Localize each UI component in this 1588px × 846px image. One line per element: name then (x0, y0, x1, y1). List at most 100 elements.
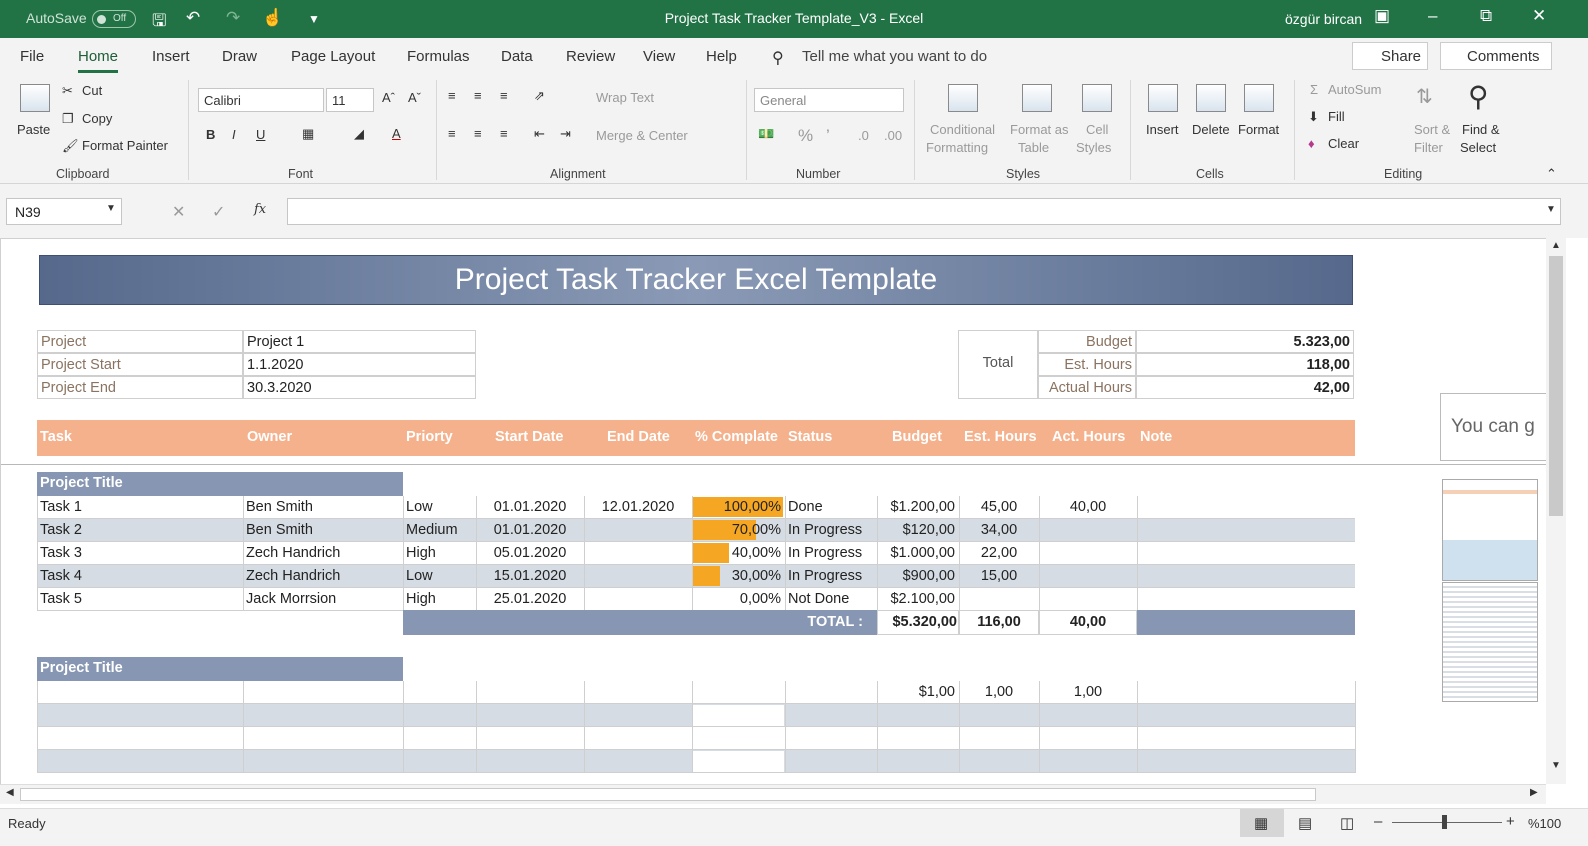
user-name[interactable]: özgür bircan (1285, 11, 1362, 27)
comments-button[interactable]: Comments (1440, 42, 1552, 70)
info-value[interactable]: Project 1 (243, 330, 476, 353)
tab-insert[interactable]: Insert (152, 48, 190, 65)
cancel-icon[interactable]: ✕ (172, 202, 185, 222)
decrease-decimal-icon[interactable]: .00 (884, 128, 902, 143)
tab-draw[interactable]: Draw (222, 48, 257, 65)
scroll-left-icon[interactable]: ◀ (6, 787, 14, 798)
side-textbox[interactable]: You can g (1440, 393, 1546, 461)
align-top-icon[interactable]: ≡ (448, 88, 456, 103)
header-owner[interactable]: Owner (247, 429, 292, 445)
cut-button[interactable]: Cut (82, 83, 102, 98)
info-label[interactable]: Project Start (37, 353, 243, 376)
merge-center-button[interactable]: Merge & Center (596, 128, 688, 143)
tab-view[interactable]: View (643, 48, 675, 65)
align-center-icon[interactable]: ≡ (474, 126, 482, 141)
increase-font-icon[interactable]: Aˆ (382, 90, 395, 105)
section-title[interactable]: Project Title (37, 657, 403, 681)
page-layout-view-icon[interactable]: ▤ (1298, 814, 1312, 832)
clear-button[interactable]: Clear (1328, 136, 1359, 151)
zoom-out-icon[interactable]: – (1374, 813, 1382, 830)
bold-icon[interactable]: B (206, 127, 215, 142)
fill-button[interactable]: Fill (1328, 109, 1345, 124)
total-label[interactable]: TOTAL : (403, 614, 863, 630)
header-complete[interactable]: % Complate (695, 429, 778, 445)
header-status[interactable]: Status (788, 429, 832, 445)
zoom-slider-track[interactable] (1392, 822, 1502, 823)
header-end-date[interactable]: End Date (607, 429, 670, 445)
table-row[interactable]: Task 2 Ben Smith Medium 01.01.2020 70,00% In … (37, 519, 1355, 542)
close-icon[interactable]: ✕ (1532, 6, 1546, 26)
percent-icon[interactable]: % (798, 126, 813, 146)
table-row[interactable] (37, 704, 1356, 727)
font-color-icon[interactable]: A (392, 126, 401, 141)
header-act-hours[interactable]: Act. Hours (1052, 429, 1125, 445)
autosum-button[interactable]: AutoSum (1328, 82, 1381, 97)
header-task[interactable]: Task (40, 429, 72, 445)
format-as-table-button[interactable]: Format as (1010, 122, 1069, 137)
formula-input[interactable] (287, 198, 1561, 225)
decrease-indent-icon[interactable]: ⇤ (534, 126, 545, 142)
format-painter-button[interactable]: Format Painter (82, 138, 168, 153)
find-select-button[interactable]: Find & (1462, 122, 1500, 137)
header-est-hours[interactable]: Est. Hours (964, 429, 1037, 445)
cell-styles-button[interactable]: Cell (1086, 122, 1108, 137)
totals-row-label[interactable]: Budget (1038, 330, 1136, 353)
info-label[interactable]: Project (37, 330, 243, 353)
horizontal-scroll-thumb[interactable] (20, 788, 1316, 801)
scroll-right-icon[interactable]: ▶ (1530, 787, 1538, 798)
collapse-ribbon-icon[interactable]: ⌃ (1546, 166, 1557, 182)
page-break-view-icon[interactable]: ◫ (1340, 814, 1354, 832)
wrap-text-button[interactable]: Wrap Text (596, 90, 654, 105)
worksheet[interactable]: Project Task Tracker Excel Template Proj… (0, 238, 1546, 784)
restore-icon[interactable]: ⧉ (1480, 6, 1492, 26)
increase-indent-icon[interactable]: ⇥ (560, 126, 571, 142)
align-left-icon[interactable]: ≡ (448, 126, 456, 141)
table-row[interactable]: Task 5 Jack Morrsion High 25.01.2020 0,00% No… (37, 588, 1355, 611)
header-budget[interactable]: Budget (892, 429, 942, 445)
zoom-level[interactable]: %100 (1528, 816, 1561, 831)
section-title[interactable]: Project Title (37, 472, 403, 496)
font-name-select[interactable]: Calibri (198, 88, 324, 112)
font-size-select[interactable]: 11 (326, 88, 374, 112)
name-box-dropdown-icon[interactable]: ▼ (106, 203, 116, 214)
borders-icon[interactable]: ▦ (302, 126, 314, 142)
totals-row-value[interactable]: 118,00 (1136, 353, 1354, 376)
header-start-date[interactable]: Start Date (495, 429, 564, 445)
totals-label[interactable]: Total (958, 330, 1038, 399)
italic-icon[interactable]: I (232, 127, 236, 142)
table-row[interactable] (37, 750, 1356, 773)
tell-me-search[interactable]: Tell me what you want to do (802, 48, 987, 65)
enter-icon[interactable]: ✓ (212, 202, 225, 222)
paste-button[interactable]: Paste (17, 122, 50, 137)
header-priority[interactable]: Priorty (406, 429, 453, 445)
underline-icon[interactable]: U (256, 127, 265, 142)
table-row[interactable]: Task 4 Zech Handrich Low 15.01.2020 30,00% In… (37, 565, 1355, 588)
scroll-up-icon[interactable]: ▲ (1551, 240, 1561, 251)
zoom-in-icon[interactable]: + (1506, 813, 1515, 830)
fill-color-icon[interactable]: ◢ (354, 126, 364, 142)
table-row[interactable]: Task 1 Ben Smith Low 01.01.2020 12.01.2020 10… (37, 496, 1355, 519)
tab-data[interactable]: Data (501, 48, 533, 65)
number-format-select[interactable]: General (754, 88, 904, 112)
zoom-slider-handle[interactable] (1442, 815, 1447, 829)
conditional-formatting-button[interactable]: Conditional (930, 122, 995, 137)
vertical-scrollbar[interactable]: ▲ ▼ (1546, 238, 1566, 784)
table-row[interactable] (37, 727, 1356, 750)
header-note[interactable]: Note (1140, 429, 1172, 445)
tab-page-layout[interactable]: Page Layout (291, 48, 375, 65)
tab-formulas[interactable]: Formulas (407, 48, 470, 65)
tab-review[interactable]: Review (566, 48, 615, 65)
align-bottom-icon[interactable]: ≡ (500, 88, 508, 103)
copy-button[interactable]: Copy (82, 111, 112, 126)
orientation-icon[interactable]: ⇗ (534, 88, 545, 104)
align-middle-icon[interactable]: ≡ (474, 88, 482, 103)
info-label[interactable]: Project End (37, 376, 243, 399)
insert-function-icon[interactable]: fx (254, 202, 266, 217)
insert-cells-button[interactable]: Insert (1146, 122, 1179, 137)
totals-row-value[interactable]: 5.323,00 (1136, 330, 1354, 353)
expand-formula-icon[interactable]: ▼ (1546, 204, 1556, 215)
totals-row-label[interactable]: Actual Hours (1038, 376, 1136, 399)
info-value[interactable]: 1.1.2020 (243, 353, 476, 376)
share-button[interactable]: Share (1352, 42, 1428, 70)
scroll-down-icon[interactable]: ▼ (1551, 760, 1561, 771)
